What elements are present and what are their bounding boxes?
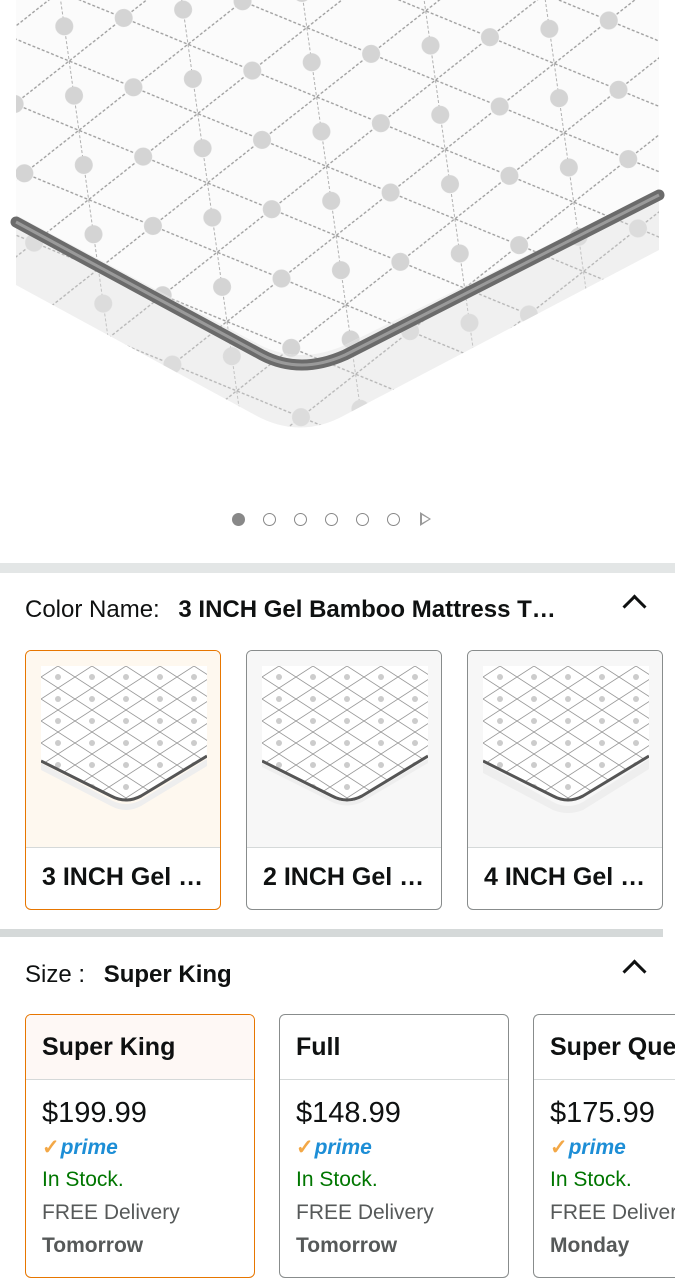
size-option-price: $199.99 (42, 1097, 147, 1129)
color-option-label: 3 INCH Gel … (26, 847, 220, 909)
size-value: Super King (103, 961, 232, 988)
carousel-dot[interactable] (387, 512, 400, 526)
chevron-up-icon[interactable] (622, 959, 647, 984)
size-option-name: Super King (26, 1015, 254, 1080)
delivery-text: FREE Delivery (296, 1201, 434, 1224)
carousel-dot[interactable] (294, 512, 307, 526)
size-option-price: $175.99 (550, 1097, 655, 1129)
color-name-row[interactable]: Color Name: 3 INCH Gel Bamboo Mattress T… (25, 596, 556, 624)
prime-check-icon: ✓ (42, 1136, 60, 1159)
size-option[interactable]: Full $148.99 ✓prime In Stock. FREE Deliv… (279, 1014, 509, 1278)
color-thumbnail (26, 651, 220, 847)
color-option[interactable]: 2 INCH Gel … (246, 650, 442, 910)
section-divider (0, 929, 663, 937)
carousel-dots[interactable] (232, 512, 431, 526)
prime-badge: ✓prime (42, 1136, 118, 1159)
color-name-value: 3 INCH Gel Bamboo Mattress T… (178, 596, 556, 623)
color-option-label: 4 INCH Gel … (468, 847, 662, 909)
size-option[interactable]: Super King $199.99 ✓prime In Stock. FREE… (25, 1014, 255, 1278)
stock-status: In Stock. (550, 1168, 632, 1191)
prime-badge: ✓prime (296, 1136, 372, 1159)
stock-status: In Stock. (42, 1168, 124, 1191)
size-label: Size : (25, 961, 86, 988)
color-name-label: Color Name: (25, 596, 160, 623)
carousel-dot[interactable] (263, 512, 276, 526)
size-option-name: Full (280, 1015, 508, 1080)
color-thumbnail (247, 651, 441, 847)
size-option-name: Super Queen (534, 1015, 675, 1080)
carousel-dot[interactable] (232, 512, 245, 526)
prime-check-icon: ✓ (296, 1136, 314, 1159)
color-option[interactable]: 4 INCH Gel … (467, 650, 663, 910)
carousel-dot[interactable] (325, 512, 338, 526)
delivery-text: FREE Delivery (42, 1201, 180, 1224)
stock-status: In Stock. (296, 1168, 378, 1191)
prime-check-icon: ✓ (550, 1136, 568, 1159)
prime-badge: ✓prime (550, 1136, 626, 1159)
chevron-up-icon[interactable] (622, 594, 647, 619)
delivery-day: Tomorrow (42, 1234, 144, 1257)
delivery-text: FREE Delivery (550, 1201, 675, 1224)
delivery-day: Tomorrow (296, 1234, 398, 1257)
section-divider (0, 563, 675, 573)
color-option-label: 2 INCH Gel … (247, 847, 441, 909)
size-row[interactable]: Size : Super King (25, 961, 232, 989)
product-image (10, 0, 665, 428)
size-option-price: $148.99 (296, 1097, 401, 1129)
play-video-icon[interactable] (420, 512, 431, 526)
size-option[interactable]: Super Queen $175.99 ✓prime In Stock. FRE… (533, 1014, 675, 1278)
color-option[interactable]: 3 INCH Gel … (25, 650, 221, 910)
carousel-dot[interactable] (356, 512, 369, 526)
delivery-day: Monday (550, 1234, 630, 1257)
color-thumbnail (468, 651, 662, 847)
product-image-carousel[interactable] (0, 0, 675, 563)
